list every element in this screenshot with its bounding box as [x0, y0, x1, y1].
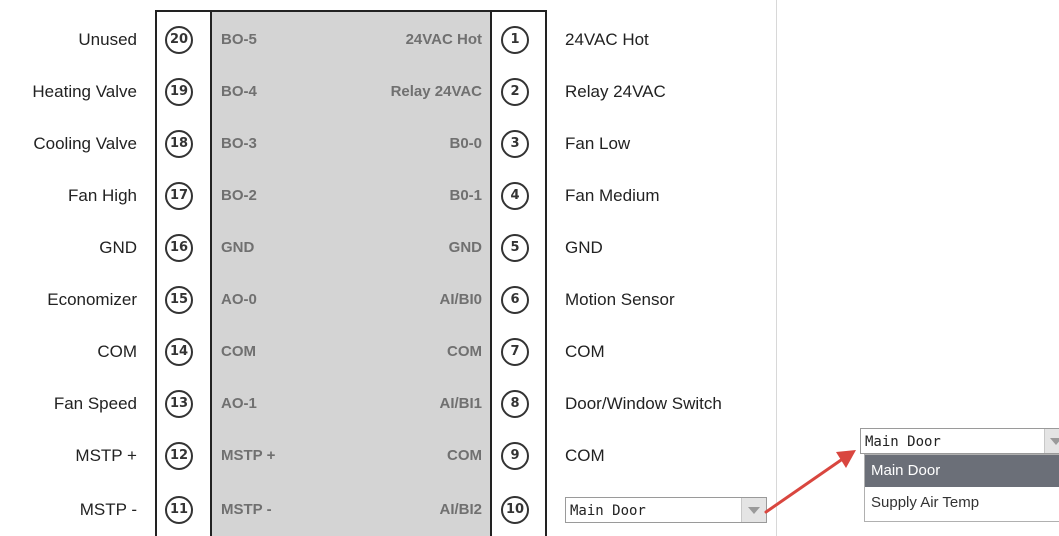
right-terminal: Relay 24VAC — [390, 83, 482, 100]
right-point-label: Fan Low — [565, 134, 631, 153]
pin-number: 20 — [165, 26, 193, 54]
left-point-label: GND — [99, 238, 137, 257]
right-point-label: Fan Medium — [565, 186, 660, 205]
pin-number: 14 — [165, 338, 193, 366]
terminal-row: Fan High 17 BO-2 B0-1 4 Fan Medium — [0, 176, 780, 216]
expanded-dropdown: Main Door Main Door Supply Air Temp — [860, 428, 1059, 528]
left-point-label: MSTP - — [79, 500, 137, 519]
left-point-label: Heating Valve — [32, 82, 137, 101]
terminal-row: Unused 20 BO-5 24VAC Hot 1 24VAC Hot — [0, 20, 780, 60]
right-terminal: GND — [448, 239, 482, 256]
left-terminal: GND — [221, 239, 255, 256]
point-select[interactable]: Main Door — [565, 497, 767, 523]
point-select-dropdown-button[interactable] — [1044, 429, 1059, 453]
left-point-label: Economizer — [47, 290, 137, 309]
point-select-value: Main Door — [570, 503, 646, 519]
right-point-label: Door/Window Switch — [565, 394, 722, 413]
right-terminal: COM — [447, 343, 482, 360]
terminal-row: Economizer 15 AO-0 AI/BI0 6 Motion Senso… — [0, 280, 780, 320]
pin-number: 6 — [501, 286, 529, 314]
left-point-label: Cooling Valve — [33, 134, 137, 153]
arrow-icon — [764, 450, 856, 514]
dropdown-option[interactable]: Main Door — [865, 455, 1059, 487]
pin-number: 7 — [501, 338, 529, 366]
pin-number: 12 — [165, 442, 193, 470]
left-terminal: MSTP + — [221, 447, 276, 464]
left-point-label: Fan Speed — [53, 394, 137, 413]
right-terminal: AI/BI0 — [439, 291, 482, 308]
right-terminal: AI/BI1 — [439, 395, 482, 412]
terminal-row: Cooling Valve 18 BO-3 B0-0 3 Fan Low — [0, 124, 780, 164]
pin-number: 1 — [501, 26, 529, 54]
pin-number: 19 — [165, 78, 193, 106]
pin-number: 9 — [501, 442, 529, 470]
point-select-expanded[interactable]: Main Door — [860, 428, 1059, 454]
right-point-label: Motion Sensor — [565, 290, 675, 309]
pin-number: 11 — [165, 496, 193, 524]
left-point-label: MSTP + — [75, 446, 137, 465]
terminal-row: Fan Speed 13 AO-1 AI/BI1 8 Door/Window S… — [0, 384, 780, 424]
pin-number: 15 — [165, 286, 193, 314]
right-terminal: B0-1 — [449, 187, 482, 204]
left-pin-column-top — [155, 10, 212, 12]
right-terminal: AI/BI2 — [439, 501, 482, 518]
left-terminal: MSTP - — [221, 501, 272, 518]
left-terminal: AO-1 — [221, 395, 257, 412]
dropdown-option[interactable]: Supply Air Temp — [865, 487, 1059, 519]
right-pin-column-top — [490, 10, 547, 12]
right-point-label: COM — [565, 342, 605, 361]
right-point-label: 24VAC Hot — [565, 30, 649, 49]
left-terminal: COM — [221, 343, 256, 360]
pin-number: 13 — [165, 390, 193, 418]
pin-number: 4 — [501, 182, 529, 210]
left-terminal: BO-2 — [221, 187, 257, 204]
right-terminal: B0-0 — [449, 135, 482, 152]
pin-number: 16 — [165, 234, 193, 262]
left-terminal: BO-4 — [221, 83, 257, 100]
right-point-label: GND — [565, 238, 603, 257]
pin-number: 8 — [501, 390, 529, 418]
right-point-label: COM — [565, 446, 605, 465]
left-terminal: AO-0 — [221, 291, 257, 308]
caret-down-icon — [748, 507, 760, 514]
terminal-row: Heating Valve 19 BO-4 Relay 24VAC 2 Rela… — [0, 72, 780, 112]
left-point-label: COM — [97, 342, 137, 361]
pin-number: 5 — [501, 234, 529, 262]
right-point-label: Relay 24VAC — [565, 82, 666, 101]
pin-number: 3 — [501, 130, 529, 158]
pin-number: 18 — [165, 130, 193, 158]
pin-number: 17 — [165, 182, 193, 210]
pin-number: 2 — [501, 78, 529, 106]
dropdown-options-list: Main Door Supply Air Temp — [864, 454, 1059, 522]
caret-down-icon — [1050, 438, 1059, 445]
terminal-row: GND 16 GND GND 5 GND — [0, 228, 780, 268]
right-terminal: COM — [447, 447, 482, 464]
point-select-value: Main Door — [865, 434, 941, 450]
terminal-row: COM 14 COM COM 7 COM — [0, 332, 780, 372]
pin-number: 10 — [501, 496, 529, 524]
right-terminal: 24VAC Hot — [405, 31, 482, 48]
left-terminal: BO-5 — [221, 31, 257, 48]
left-point-label: Fan High — [68, 186, 137, 205]
left-terminal: BO-3 — [221, 135, 257, 152]
left-point-label: Unused — [78, 30, 137, 49]
terminal-row: MSTP + 12 MSTP + COM 9 COM — [0, 436, 780, 476]
